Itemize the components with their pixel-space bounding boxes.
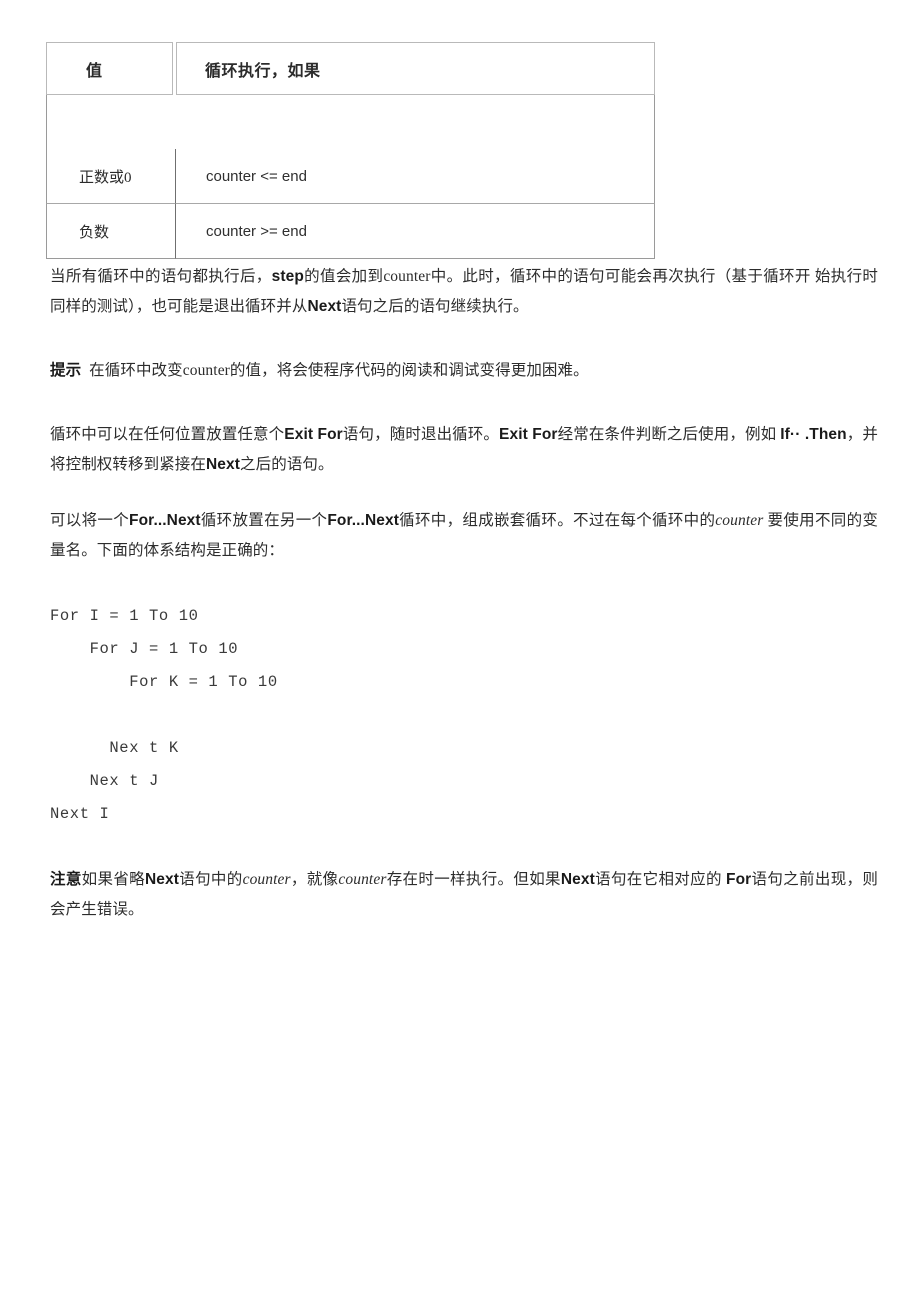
- p3-keyword-exit-for-1: Exit For: [284, 426, 343, 443]
- cell-condition-negative: counter >= end: [176, 203, 655, 259]
- paragraph-step-increment: 当所有循环中的语句都执行后，step的值会加到counter中。此时，循环中的语…: [50, 262, 878, 322]
- header-frame-condition: 循环执行，如果: [176, 42, 655, 95]
- p4-keyword-for-next-2: For...Next: [327, 512, 399, 529]
- note-label: 注意: [50, 871, 82, 888]
- p5-keyword-for: For: [726, 871, 752, 888]
- table-header-cell-value: 值: [46, 42, 176, 95]
- p4-keyword-for-next-1: For...Next: [129, 512, 201, 529]
- p5-segment-3: ，就像: [290, 871, 339, 888]
- p5-keyword-next-1: Next: [145, 871, 180, 888]
- document-body: 当所有循环中的语句都执行后，step的值会加到counter中。此时，循环中的语…: [50, 262, 878, 925]
- p5-segment-1: 如果省略: [81, 871, 146, 888]
- document-page: 值 循环执行，如果 正数或0 counter <= end 负数 counter…: [0, 0, 920, 1302]
- p1-segment-3: 语句之后的语句继续执行。: [341, 298, 529, 315]
- tip-spacer: [81, 362, 89, 379]
- p5-italic-counter-1: counter: [242, 871, 291, 888]
- cell-value-positive: 正数或0: [46, 149, 176, 203]
- p4-italic-counter: counter: [715, 512, 764, 529]
- p4-segment-1: 可以将一个: [50, 512, 130, 529]
- loop-condition-table-wrapper: 值 循环执行，如果 正数或0 counter <= end 负数 counter…: [46, 42, 655, 259]
- p5-italic-counter-2: counter: [338, 871, 387, 888]
- paragraph-tip: 提示 在循环中改变counter的值，将会使程序代码的阅读和调试变得更加困难。: [50, 356, 878, 386]
- p1-keyword-next: Next: [307, 298, 342, 315]
- tip-text: 在循环中改变counter的值，将会使程序代码的阅读和调试变得更加困难。: [89, 362, 589, 379]
- header-separator-row: [46, 95, 655, 149]
- p3-segment-3: 经常在条件判断之后使用，例如: [557, 426, 781, 443]
- paragraph-note: 注意如果省略Next语句中的counter，就像counter存在时一样执行。但…: [50, 865, 878, 925]
- p5-segment-4: 存在时一样执行。但如果: [386, 871, 561, 888]
- p3-segment-1: 循环中可以在任何位置放置任意个: [50, 426, 285, 443]
- code-block-nested-for: For I = 1 To 10 For J = 1 To 10 For K = …: [50, 607, 278, 823]
- table-header-cell-condition: 循环执行，如果: [176, 42, 655, 95]
- p1-segment-1: 当所有循环中的语句都执行后，: [50, 268, 272, 285]
- cell-condition-positive: counter <= end: [176, 149, 655, 203]
- p3-keyword-exit-for-2: Exit For: [499, 426, 558, 443]
- paragraph-nested-loops: 可以将一个For...Next循环放置在另一个For...Next循环中，组成嵌…: [50, 506, 878, 566]
- p5-keyword-next-2: Next: [560, 871, 595, 888]
- table-row: 负数 counter >= end: [46, 203, 655, 259]
- p4-segment-3: 循环中，组成嵌套循环。不过在每个循环中的: [398, 512, 716, 529]
- p1-keyword-step: step: [271, 268, 304, 285]
- p4-segment-2: 循环放置在另一个: [200, 512, 328, 529]
- p3-keyword-next: Next: [206, 456, 241, 473]
- column-header-condition: 循环执行，如果: [205, 62, 321, 80]
- loop-condition-table: 值 循环执行，如果 正数或0 counter <= end 负数 counter…: [46, 42, 655, 259]
- table-header: 值 循环执行，如果: [46, 42, 655, 95]
- table-body: 正数或0 counter <= end 负数 counter >= end: [46, 95, 655, 259]
- p5-segment-5: 语句在它相对应的: [594, 871, 727, 888]
- tip-label: 提示: [50, 362, 82, 379]
- p3-segment-2: 语句，随时退出循环。: [342, 426, 500, 443]
- header-separator-bar: [46, 95, 655, 149]
- header-frame-value: 值: [46, 42, 173, 95]
- p5-segment-2: 语句中的: [179, 871, 243, 888]
- cell-value-negative: 负数: [46, 203, 176, 259]
- table-row: 正数或0 counter <= end: [46, 149, 655, 203]
- table-header-row: 值 循环执行，如果: [46, 42, 655, 95]
- p3-segment-5: 之后的语句。: [240, 456, 334, 473]
- p3-keyword-if-then: If·· .Then: [780, 426, 847, 443]
- paragraph-exit-for: 循环中可以在任何位置放置任意个Exit For语句，随时退出循环。Exit Fo…: [50, 420, 878, 480]
- column-header-value: 值: [86, 62, 103, 80]
